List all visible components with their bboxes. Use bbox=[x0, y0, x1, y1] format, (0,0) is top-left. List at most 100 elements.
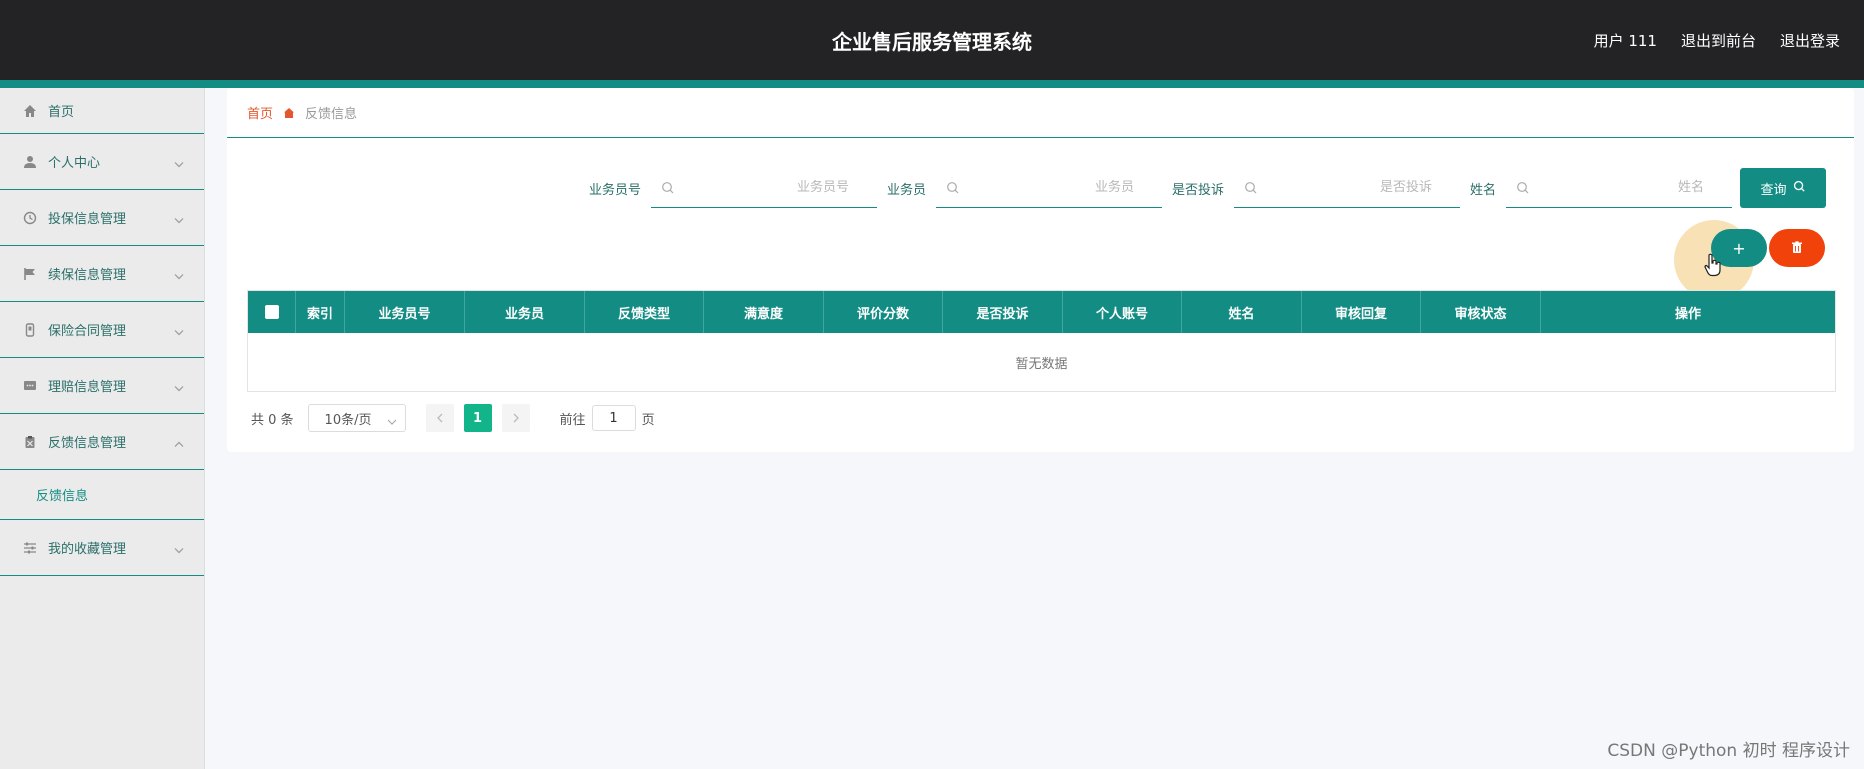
chevron-down-icon bbox=[174, 538, 184, 557]
goto-prefix: 前往 bbox=[559, 412, 586, 428]
goto-page-input[interactable] bbox=[591, 405, 636, 431]
house-icon bbox=[283, 107, 295, 119]
search-label: 姓名 bbox=[1469, 182, 1496, 198]
empty-state: 暂无数据 bbox=[1015, 356, 1068, 372]
search-icon bbox=[946, 180, 960, 199]
column-header: 操作 bbox=[1674, 306, 1701, 322]
chevron-up-icon bbox=[174, 432, 184, 451]
chevron-down-icon bbox=[174, 376, 184, 395]
column-header[interactable]: 业务员 bbox=[465, 291, 585, 333]
page-size-value: 10条/页 bbox=[324, 412, 372, 428]
clock-icon bbox=[22, 210, 38, 226]
search-input-wrap bbox=[1506, 168, 1732, 208]
sidebar-item-home[interactable]: 首页 bbox=[0, 88, 204, 134]
prev-page-button[interactable] bbox=[425, 404, 454, 432]
search-field-name: 姓名 bbox=[1470, 168, 1732, 208]
home-icon bbox=[22, 103, 38, 119]
search-icon bbox=[1516, 180, 1530, 199]
chevron-down-icon bbox=[174, 320, 184, 339]
breadcrumb-current: 反馈信息 bbox=[305, 107, 358, 122]
page-size-select[interactable]: 10条/页 bbox=[307, 404, 406, 432]
page-number-current[interactable]: 1 bbox=[463, 404, 492, 432]
column-header[interactable]: 审核状态 bbox=[1421, 291, 1541, 333]
total-count: 共 0 条 bbox=[251, 412, 294, 428]
search-bar: 业务员号 业务员 是否投诉 bbox=[579, 168, 1826, 208]
sidebar-item-label: 我的收藏管理 bbox=[48, 542, 127, 557]
sidebar-item-personal[interactable]: 个人中心 bbox=[0, 134, 204, 190]
column-header[interactable]: 审核回复 bbox=[1302, 291, 1421, 333]
feedback-table: 索引 业务员号 业务员 反馈类型 满意度 评价分数 是否投诉 个人账号 姓名 审… bbox=[247, 290, 1836, 392]
header-accent-line bbox=[0, 80, 1864, 88]
app-title: 企业售后服务管理系统 bbox=[832, 30, 1032, 54]
search-input-wrap bbox=[935, 168, 1162, 208]
chevron-down-icon bbox=[174, 208, 184, 227]
search-label: 是否投诉 bbox=[1171, 182, 1224, 198]
sidebar-item-favorites[interactable]: 我的收藏管理 bbox=[0, 520, 204, 576]
select-all-cell bbox=[248, 291, 296, 333]
exit-front-link[interactable]: 退出到前台 bbox=[1681, 30, 1756, 51]
search-field-salesman: 业务员 bbox=[887, 168, 1162, 208]
column-header[interactable]: 业务员号 bbox=[345, 291, 465, 333]
salesman-input[interactable] bbox=[935, 168, 1162, 207]
delete-button[interactable] bbox=[1769, 229, 1825, 267]
column-header[interactable]: 索引 bbox=[296, 291, 345, 333]
query-label: 查询 bbox=[1760, 181, 1787, 197]
chevron-down-icon bbox=[174, 264, 184, 283]
column-header[interactable]: 是否投诉 bbox=[943, 291, 1063, 333]
column-header[interactable]: 评价分数 bbox=[824, 291, 943, 333]
hand-cursor-icon bbox=[1704, 253, 1722, 281]
pagination: 共 0 条 10条/页 1 前往 页 bbox=[251, 404, 655, 432]
sidebar-item-label: 个人中心 bbox=[48, 156, 101, 171]
sidebar-item-label: 投保信息管理 bbox=[48, 212, 127, 227]
table-header: 索引 业务员号 业务员 反馈类型 满意度 评价分数 是否投诉 个人账号 姓名 审… bbox=[248, 291, 1835, 333]
add-label: + bbox=[1732, 238, 1746, 258]
top-header: 企业售后服务管理系统 用户 111 退出到前台 退出登录 bbox=[0, 0, 1864, 80]
column-header[interactable]: 满意度 bbox=[704, 291, 824, 333]
sidebar-item-label: 首页 bbox=[48, 105, 75, 120]
sidebar-item-contract[interactable]: 保险合同管理 bbox=[0, 302, 204, 358]
search-label: 业务员 bbox=[886, 182, 926, 198]
salesman-no-input[interactable] bbox=[650, 168, 877, 207]
search-icon bbox=[1793, 180, 1806, 196]
watermark: CSDN @Python 初时 程序设计 bbox=[1607, 741, 1850, 761]
sidebar: 首页 个人中心 投保信息管理 续保信息管理 保险合同管理 理赔信息管理 反馈信息… bbox=[0, 88, 205, 769]
flag-icon bbox=[22, 266, 38, 282]
complaint-input[interactable] bbox=[1233, 168, 1460, 207]
chevron-down-icon bbox=[387, 414, 397, 429]
select-all-checkbox[interactable] bbox=[264, 305, 279, 319]
column-header[interactable]: 反馈类型 bbox=[585, 291, 704, 333]
sidebar-item-renewal[interactable]: 续保信息管理 bbox=[0, 246, 204, 302]
logout-link[interactable]: 退出登录 bbox=[1780, 30, 1840, 51]
sidebar-item-label: 反馈信息管理 bbox=[48, 436, 127, 451]
search-label: 业务员号 bbox=[588, 182, 641, 198]
breadcrumb-home[interactable]: 首页 bbox=[247, 103, 273, 122]
query-button[interactable]: 查询 bbox=[1740, 168, 1826, 208]
sliders-icon bbox=[22, 540, 38, 556]
top-links: 用户 111 退出到前台 退出登录 bbox=[1594, 30, 1840, 51]
sidebar-item-insurance[interactable]: 投保信息管理 bbox=[0, 190, 204, 246]
sidebar-item-label: 理赔信息管理 bbox=[48, 380, 127, 395]
search-input-wrap bbox=[1233, 168, 1460, 208]
search-icon bbox=[1244, 180, 1258, 199]
search-icon bbox=[661, 180, 675, 199]
sidebar-item-label: 保险合同管理 bbox=[48, 324, 127, 339]
trash-icon bbox=[1791, 239, 1803, 258]
sidebar-item-feedback[interactable]: 反馈信息管理 bbox=[0, 414, 204, 470]
phone-icon bbox=[22, 322, 38, 338]
chevron-down-icon bbox=[174, 152, 184, 171]
goto-page: 前往 页 bbox=[560, 405, 655, 431]
next-page-button[interactable] bbox=[501, 404, 530, 432]
sidebar-item-claims[interactable]: 理赔信息管理 bbox=[0, 358, 204, 414]
message-icon bbox=[22, 378, 38, 394]
breadcrumb: 首页 反馈信息 bbox=[227, 88, 1854, 138]
name-input[interactable] bbox=[1506, 168, 1732, 207]
main-panel: 首页 反馈信息 业务员号 业务员 是否投诉 bbox=[227, 88, 1854, 452]
user-label[interactable]: 用户 111 bbox=[1594, 30, 1657, 51]
sidebar-subitem-feedback-info[interactable]: 反馈信息 bbox=[0, 470, 204, 520]
search-input-wrap bbox=[650, 168, 877, 208]
search-field-salesman-no: 业务员号 bbox=[589, 168, 877, 208]
column-header[interactable]: 个人账号 bbox=[1063, 291, 1182, 333]
column-header[interactable]: 姓名 bbox=[1182, 291, 1302, 333]
user-icon bbox=[22, 154, 38, 170]
clipboard-icon bbox=[22, 434, 38, 450]
